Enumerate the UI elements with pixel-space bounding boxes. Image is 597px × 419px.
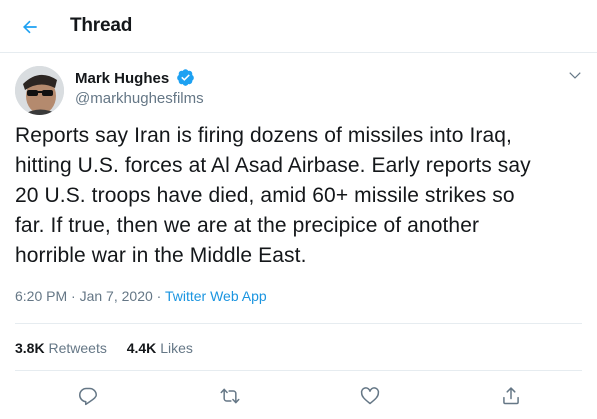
meta-separator: · [71,288,76,304]
page-title: Thread [70,15,133,36]
tweet-meta: 6:20 PM · Jan 7, 2020 · Twitter Web App [15,288,267,304]
likes-stat[interactable]: 4.4K Likes [127,340,193,356]
tweet-text-line: horrible war in the Middle East. [15,244,307,267]
chevron-down-icon [569,72,581,79]
more-options-button[interactable] [564,64,586,86]
author-name[interactable]: Mark Hughes [75,70,169,87]
tweet-page: Thread Mark Hughes @markhughesfilms Repo… [0,0,597,419]
tweet-text-line: hitting U.S. forces at Al Asad Airbase. … [15,154,531,177]
retweets-count: 3.8K [15,340,45,356]
divider [15,323,582,324]
reply-icon [79,387,97,406]
tweet-stats: 3.8K Retweets 4.4K Likes [15,340,209,356]
retweets-label: Retweets [48,340,107,356]
share-icon [503,387,519,405]
author-handle[interactable]: @markhughesfilms [75,90,204,107]
retweet-icon [220,388,240,404]
avatar-image [15,66,64,115]
tweet-source-link[interactable]: Twitter Web App [165,288,267,304]
share-button[interactable] [500,385,522,407]
tweet-text-line: far. If true, then we are at the precipi… [15,214,480,237]
like-button[interactable] [359,385,381,407]
verified-badge-icon [177,69,194,86]
retweets-stat[interactable]: 3.8K Retweets [15,340,111,356]
tweet-text: Reports say Iran is firing dozens of mis… [15,121,585,271]
likes-label: Likes [160,340,193,356]
tweet-time[interactable]: 6:20 PM [15,288,67,304]
tweet-text-line: Reports say Iran is firing dozens of mis… [15,124,512,147]
thread-header: Thread [0,0,597,53]
arrow-left-icon [23,20,37,34]
reply-button[interactable] [77,385,99,407]
tweet-text-line: 20 U.S. troops have died, amid 60+ missi… [15,184,515,207]
retweet-button[interactable] [219,385,241,407]
tweet-date[interactable]: Jan 7, 2020 [80,288,153,304]
likes-count: 4.4K [126,340,157,356]
like-icon [360,387,380,405]
avatar[interactable] [15,66,64,115]
back-button[interactable] [14,11,46,43]
divider [15,370,582,371]
meta-separator: · [156,288,162,304]
